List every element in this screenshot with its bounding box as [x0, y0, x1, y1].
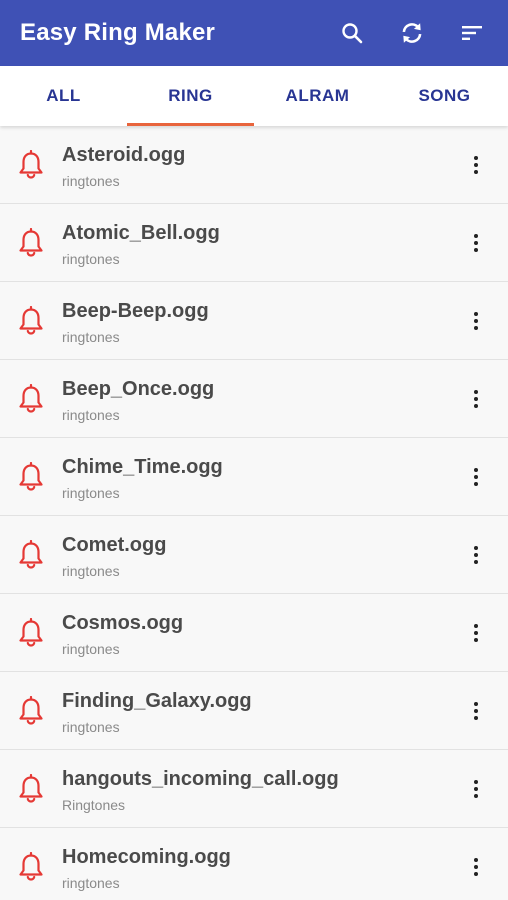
- list-item[interactable]: hangouts_incoming_call.ogg Ringtones: [0, 750, 508, 828]
- list-item[interactable]: Comet.ogg ringtones: [0, 516, 508, 594]
- more-options-button[interactable]: [444, 672, 508, 749]
- item-folder: ringtones: [62, 172, 120, 189]
- item-title: Chime_Time.ogg: [62, 455, 223, 478]
- search-icon: [342, 23, 363, 44]
- search-button[interactable]: [332, 13, 372, 53]
- item-title: hangouts_incoming_call.ogg: [62, 767, 339, 790]
- more-options-button[interactable]: [444, 438, 508, 515]
- list-item[interactable]: Asteroid.ogg ringtones: [0, 126, 508, 204]
- item-title: Beep_Once.ogg: [62, 377, 215, 400]
- list-item[interactable]: Chime_Time.ogg ringtones: [0, 438, 508, 516]
- more-vert-icon: [474, 467, 478, 486]
- item-folder: ringtones: [62, 562, 120, 579]
- bell-icon: [19, 227, 43, 257]
- more-vert-icon: [474, 233, 478, 252]
- tab-alram[interactable]: ALRAM: [254, 66, 381, 126]
- item-folder: ringtones: [62, 406, 120, 423]
- more-vert-icon: [474, 311, 478, 330]
- more-vert-icon: [474, 155, 478, 174]
- bell-icon: [19, 695, 43, 725]
- tab-bar: ALL RING ALRAM SONG: [0, 66, 508, 126]
- item-title: Finding_Galaxy.ogg: [62, 689, 252, 712]
- more-vert-icon: [474, 701, 478, 720]
- item-folder: ringtones: [62, 874, 120, 891]
- item-title: Beep-Beep.ogg: [62, 299, 209, 322]
- more-vert-icon: [474, 857, 478, 876]
- list-item[interactable]: Finding_Galaxy.ogg ringtones: [0, 672, 508, 750]
- more-options-button[interactable]: [444, 282, 508, 359]
- item-folder: Ringtones: [62, 796, 126, 813]
- bell-icon: [19, 617, 43, 647]
- item-folder: ringtones: [62, 484, 120, 501]
- app-bar: Easy Ring Maker: [0, 0, 508, 66]
- item-folder: ringtones: [62, 328, 120, 345]
- refresh-button[interactable]: [392, 13, 432, 53]
- more-options-button[interactable]: [444, 360, 508, 437]
- tab-song[interactable]: SONG: [381, 66, 508, 126]
- item-title: Homecoming.ogg: [62, 845, 231, 868]
- more-vert-icon: [474, 623, 478, 642]
- item-title: Comet.ogg: [62, 533, 167, 556]
- item-folder: ringtones: [62, 718, 120, 735]
- ringtone-list: Asteroid.ogg ringtones Atomic_Bell.ogg r…: [0, 126, 508, 900]
- list-item[interactable]: Beep_Once.ogg ringtones: [0, 360, 508, 438]
- list-item[interactable]: Atomic_Bell.ogg ringtones: [0, 204, 508, 282]
- bell-icon: [19, 305, 43, 335]
- app-title: Easy Ring Maker: [20, 19, 216, 46]
- more-vert-icon: [474, 389, 478, 408]
- more-options-button[interactable]: [444, 750, 508, 827]
- more-options-button[interactable]: [444, 126, 508, 203]
- list-item[interactable]: Cosmos.ogg ringtones: [0, 594, 508, 672]
- bell-icon: [19, 461, 43, 491]
- sort-button[interactable]: [452, 13, 492, 53]
- refresh-icon: [402, 23, 422, 43]
- more-vert-icon: [474, 545, 478, 564]
- more-options-button[interactable]: [444, 594, 508, 671]
- more-options-button[interactable]: [444, 516, 508, 593]
- bell-icon: [19, 851, 43, 881]
- sort-icon: [462, 26, 482, 40]
- bell-icon: [19, 773, 43, 803]
- tab-all[interactable]: ALL: [0, 66, 127, 126]
- more-options-button[interactable]: [444, 828, 508, 900]
- tab-ring[interactable]: RING: [127, 66, 254, 126]
- more-vert-icon: [474, 779, 478, 798]
- bell-icon: [19, 539, 43, 569]
- bell-icon: [19, 383, 43, 413]
- more-options-button[interactable]: [444, 204, 508, 281]
- item-title: Atomic_Bell.ogg: [62, 221, 220, 244]
- item-folder: ringtones: [62, 640, 120, 657]
- item-folder: ringtones: [62, 250, 120, 267]
- item-title: Cosmos.ogg: [62, 611, 184, 634]
- item-title: Asteroid.ogg: [62, 143, 186, 166]
- list-item[interactable]: Homecoming.ogg ringtones: [0, 828, 508, 900]
- list-item[interactable]: Beep-Beep.ogg ringtones: [0, 282, 508, 360]
- bell-icon: [19, 149, 43, 179]
